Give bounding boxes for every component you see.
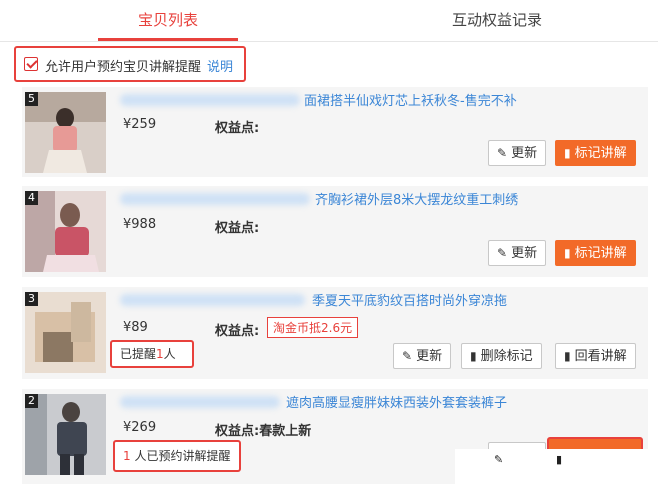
edit-icon: ✎ xyxy=(497,246,508,260)
bookmark-icon: ▮ xyxy=(564,349,571,363)
rank-badge: 5 xyxy=(25,92,38,106)
blurred-title-prefix xyxy=(120,94,300,106)
rank-badge: 4 xyxy=(25,191,38,205)
obscured-glyph: ✎ xyxy=(494,453,504,466)
help-link[interactable]: 说明 xyxy=(207,56,233,75)
allow-reminder-checkbox[interactable] xyxy=(24,57,38,71)
equity-label: 权益点: xyxy=(215,324,260,339)
equity-label: 权益点: xyxy=(215,121,260,136)
tab-interaction-records[interactable]: 互动权益记录 xyxy=(336,0,658,42)
tab-bar: 宝贝列表 互动权益记录 xyxy=(0,0,658,42)
bookmark-icon: ▮ xyxy=(564,146,571,160)
product-price: ¥988 xyxy=(123,217,157,232)
rank-badge: 2 xyxy=(25,394,38,408)
product-title-link[interactable]: 季夏天平底豹纹百搭时尚外穿凉拖 xyxy=(312,290,507,309)
product-title-link[interactable]: 面裙搭半仙戏灯芯上袄秋冬-售完不补 xyxy=(304,90,517,109)
bookmark-icon: ▮ xyxy=(470,349,477,363)
equity-label: 权益点:春款上新 xyxy=(215,424,312,439)
equity-label: 权益点: xyxy=(215,221,260,236)
edit-icon: ✎ xyxy=(402,349,413,363)
update-button[interactable]: ✎ 更新 xyxy=(393,343,452,369)
product-price: ¥89 xyxy=(123,320,148,335)
taojinbi-badge: 淘金币抵2.6元 xyxy=(267,317,359,338)
delete-mark-button[interactable]: ▮ 删除标记 xyxy=(461,343,542,369)
product-price: ¥269 xyxy=(123,420,157,435)
allow-reminder-row: 允许用户预约宝贝讲解提醒 说明 xyxy=(14,46,246,82)
allow-reminder-label[interactable]: 允许用户预约宝贝讲解提醒 xyxy=(45,56,201,75)
active-tab-indicator xyxy=(98,38,238,41)
product-title-link[interactable]: 齐胸衫裙外层8米大摆龙纹重工刺绣 xyxy=(315,189,518,208)
list-item: 4 齐胸衫裙外层8米大摆龙纹重工刺绣 ¥988 权益点: ✎ 更新 ▮ 标记讲解 xyxy=(22,186,648,277)
edit-icon: ✎ xyxy=(497,146,508,160)
mark-explain-button[interactable]: ▮ 标记讲解 xyxy=(555,140,636,166)
tab-item-list[interactable]: 宝贝列表 xyxy=(0,0,336,42)
obscured-glyph: ▮ xyxy=(556,453,563,466)
blurred-title-prefix xyxy=(120,396,280,408)
product-title-link[interactable]: 遮肉高腰显瘦胖妹妹西装外套套装裤子 xyxy=(286,392,507,411)
list-item: 5 面裙搭半仙戏灯芯上袄秋冬-售完不补 ¥259 权益点: ✎ 更新 ▮ 标记讲解 xyxy=(22,87,648,177)
update-button[interactable]: ✎ 更新 xyxy=(488,140,547,166)
mark-explain-button[interactable]: ▮ 标记讲解 xyxy=(555,240,636,266)
reminded-count: 已提醒1人 xyxy=(110,340,194,368)
blurred-title-prefix xyxy=(120,294,305,306)
replay-explain-button[interactable]: ▮ 回看讲解 xyxy=(555,343,636,369)
blurred-title-prefix xyxy=(120,193,310,205)
reserved-reminder-count: 1 人已预约讲解提醒 xyxy=(113,440,241,472)
product-price: ¥259 xyxy=(123,117,157,132)
rank-badge: 3 xyxy=(25,292,38,306)
equity-value: 春款上新 xyxy=(259,424,312,439)
bookmark-icon: ▮ xyxy=(564,246,571,260)
update-button[interactable]: ✎ 更新 xyxy=(488,240,547,266)
list-item: 3 季夏天平底豹纹百搭时尚外穿凉拖 ¥89 权益点: 淘金币抵2.6元 已提醒1… xyxy=(22,287,648,379)
